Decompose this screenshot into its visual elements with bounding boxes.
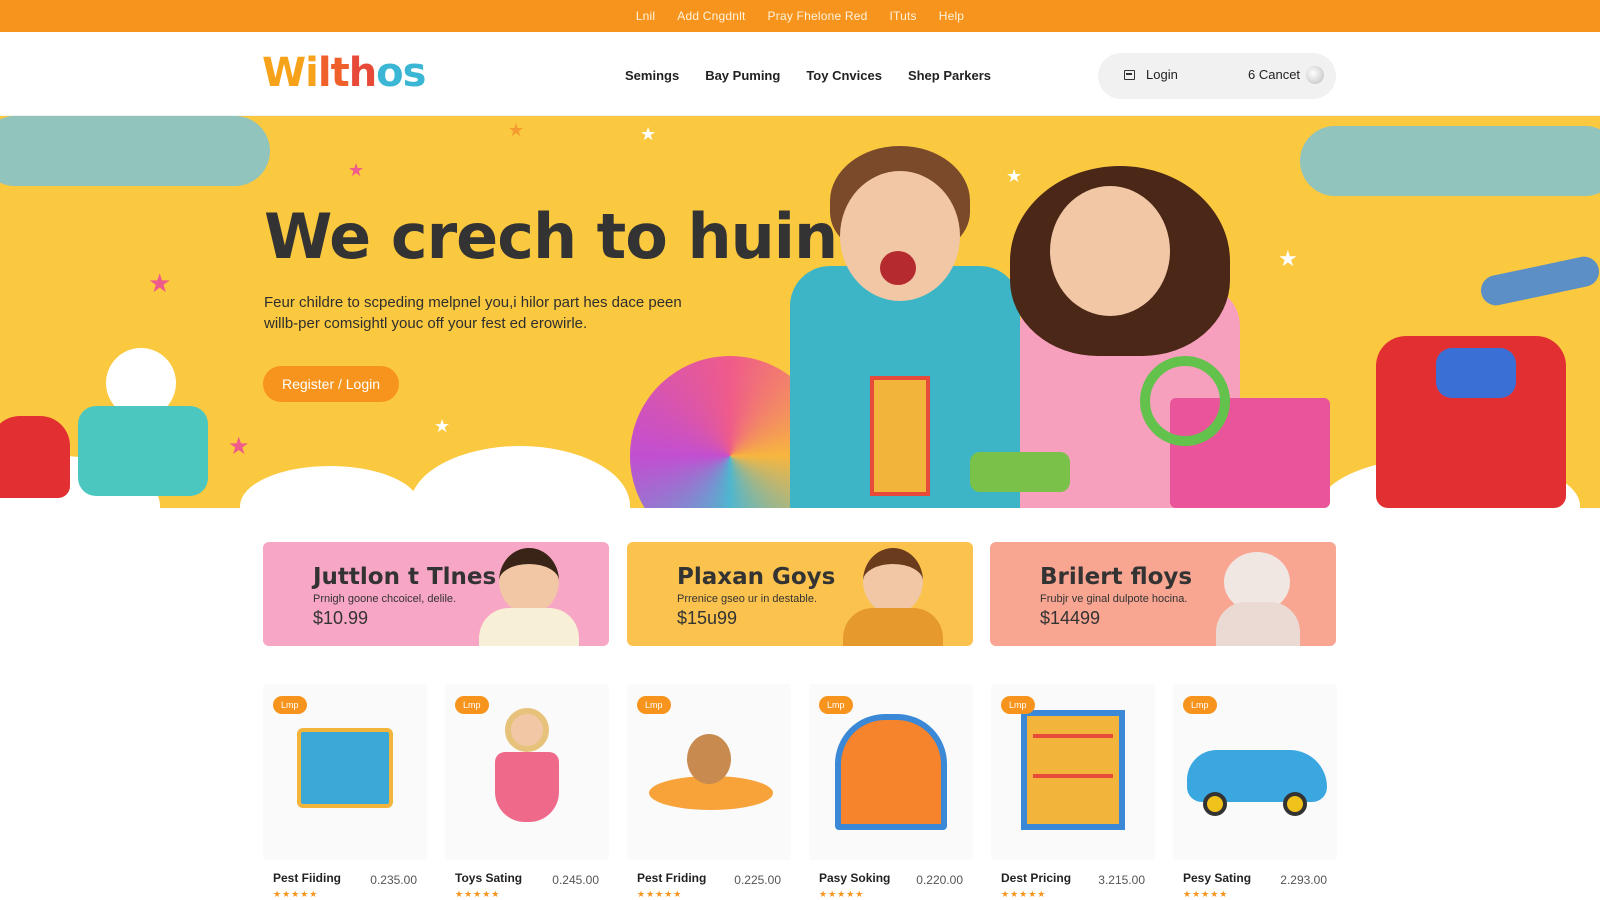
cloud-white-3 — [410, 446, 630, 508]
playhouse-icon — [835, 714, 947, 830]
product-name: Toys Sating — [455, 871, 523, 885]
product-price: 0.235.00 — [370, 873, 417, 887]
promo-card-2[interactable]: Plaxan Goys Prrenice gseo ur in destable… — [627, 542, 973, 646]
promo-price: $14499 — [1040, 608, 1101, 628]
topbar-link-help[interactable]: Help — [939, 9, 964, 23]
product-name: Pest Fiiding — [273, 871, 342, 885]
product-badge: Lmp — [819, 696, 853, 714]
product-grid: Lmp Pest Fiiding 0.235.00 ★★★★★ Lmp Toys… — [263, 684, 1337, 899]
nav-link-shep-parkers[interactable]: Shep Parkers — [908, 68, 991, 83]
star-icon: ★ — [508, 120, 525, 140]
hero-title: We crech to huin! — [264, 200, 865, 273]
rating-stars-icon: ★★★★★ — [1001, 889, 1047, 899]
toy-car-left — [0, 416, 70, 498]
star-icon: ★ — [434, 416, 451, 436]
rating-stars-icon: ★★★★★ — [819, 889, 865, 899]
account-pill: Login 6 Cancet — [1098, 53, 1336, 99]
promo-card-1[interactable]: Juttlon t Tlnes Prnigh goone chcoicel, d… — [263, 542, 609, 646]
login-link[interactable]: Login — [1146, 67, 1178, 82]
toy-tower — [870, 376, 930, 496]
toy-ring — [1140, 356, 1230, 446]
girl-photo — [843, 542, 943, 646]
product-badge: Lmp — [273, 696, 307, 714]
promo-price: $10.99 — [313, 608, 369, 628]
promo-description: Prnigh goone chcoicel, delile. — [313, 593, 457, 605]
toy-blocks — [78, 406, 208, 496]
star-icon: ★ — [1278, 246, 1298, 271]
hero-banner: ★ ★ ★ ★ ★ ★ ★ ★ We crech to huin! Feur c… — [0, 116, 1600, 508]
topbar-link-4[interactable]: ITuts — [889, 9, 916, 23]
nav-link-bay-puming[interactable]: Bay Puming — [705, 68, 780, 83]
star-icon: ★ — [640, 124, 657, 144]
product-price: 0.245.00 — [552, 873, 599, 887]
promo-title: Juttlon t Tlnes — [313, 564, 497, 590]
rating-stars-icon: ★★★★★ — [1183, 889, 1229, 899]
site-header: Wilthos Semings Bay Puming Toy Cnvices S… — [0, 32, 1600, 116]
topbar-link-2[interactable]: Add Cngdnlt — [677, 9, 745, 23]
promo-title: Plaxan Goys — [677, 564, 836, 590]
toy-truck — [970, 452, 1070, 492]
promo-card-3[interactable]: Brilert floys Frubjr ve ginal dulpote ho… — [990, 542, 1336, 646]
toy-plane — [1478, 253, 1600, 309]
topbar-link-1[interactable]: Lnil — [636, 9, 655, 23]
girl-face — [1050, 186, 1170, 316]
cloud-decor-left — [0, 116, 270, 186]
main-navigation: Semings Bay Puming Toy Cnvices Shep Park… — [625, 68, 991, 83]
star-icon: ★ — [228, 433, 250, 460]
star-icon: ★ — [1006, 166, 1023, 186]
cart-icon[interactable] — [1306, 66, 1324, 84]
product-name: Pest Friding — [637, 871, 707, 885]
doll-icon — [505, 708, 549, 752]
brand-logo[interactable]: Wilthos — [262, 50, 426, 96]
product-card[interactable]: Lmp Dest Pricing 3.215.00 ★★★★★ — [991, 684, 1155, 899]
toy-car-window — [1436, 348, 1516, 398]
promo-title: Brilert floys — [1040, 564, 1193, 590]
promo-description: Prrenice gseo ur in destable. — [677, 593, 818, 605]
bookshelf-icon — [1021, 710, 1125, 830]
register-login-button[interactable]: Register / Login — [263, 366, 399, 402]
hero-subtitle: Feur childre to scpeding melpnel you,i h… — [264, 294, 682, 332]
rating-stars-icon: ★★★★★ — [455, 889, 501, 899]
star-icon: ★ — [348, 160, 365, 180]
cloud-white-2 — [240, 466, 420, 508]
product-card[interactable]: Lmp Pesy Sating 2.293.00 ★★★★★ — [1173, 684, 1337, 899]
cart-link[interactable]: 6 Cancet — [1248, 67, 1300, 82]
rating-stars-icon: ★★★★★ — [637, 889, 683, 899]
nav-link-toy-cnvices[interactable]: Toy Cnvices — [806, 68, 882, 83]
product-card[interactable]: Lmp Pest Fiiding 0.235.00 ★★★★★ — [263, 684, 427, 899]
product-price: 0.225.00 — [734, 873, 781, 887]
product-name: Dest Pricing — [1001, 871, 1072, 885]
toy-house-icon — [297, 728, 393, 808]
nav-link-settings[interactable]: Semings — [625, 68, 679, 83]
product-price: 2.293.00 — [1280, 873, 1327, 887]
product-badge: Lmp — [455, 696, 489, 714]
product-name: Pesy Sating — [1183, 871, 1252, 885]
product-card[interactable]: Lmp Pest Friding 0.225.00 ★★★★★ — [627, 684, 791, 899]
cloud-decor-right — [1300, 126, 1600, 196]
teddy-bear-photo — [1206, 542, 1306, 646]
product-name: Pasy Soking — [819, 871, 891, 885]
boy-photo — [479, 542, 579, 646]
product-badge: Lmp — [1001, 696, 1035, 714]
product-price: 3.215.00 — [1098, 873, 1145, 887]
rating-stars-icon: ★★★★★ — [273, 889, 319, 899]
top-promo-bar: Lnil Add Cngdnlt Pray Fhelone Red ITuts … — [0, 0, 1600, 32]
promo-price: $15u99 — [677, 608, 738, 628]
star-icon: ★ — [148, 268, 172, 298]
product-badge: Lmp — [637, 696, 671, 714]
product-card[interactable]: Lmp Toys Sating 0.245.00 ★★★★★ — [445, 684, 609, 899]
promo-description: Frubjr ve ginal dulpote hocina. — [1040, 593, 1188, 605]
boy-mouth — [880, 251, 916, 285]
product-price: 0.220.00 — [916, 873, 963, 887]
product-card[interactable]: Lmp Pasy Soking 0.220.00 ★★★★★ — [809, 684, 973, 899]
login-icon — [1124, 70, 1135, 80]
product-badge: Lmp — [1183, 696, 1217, 714]
topbar-link-3[interactable]: Pray Fhelone Red — [768, 9, 868, 23]
